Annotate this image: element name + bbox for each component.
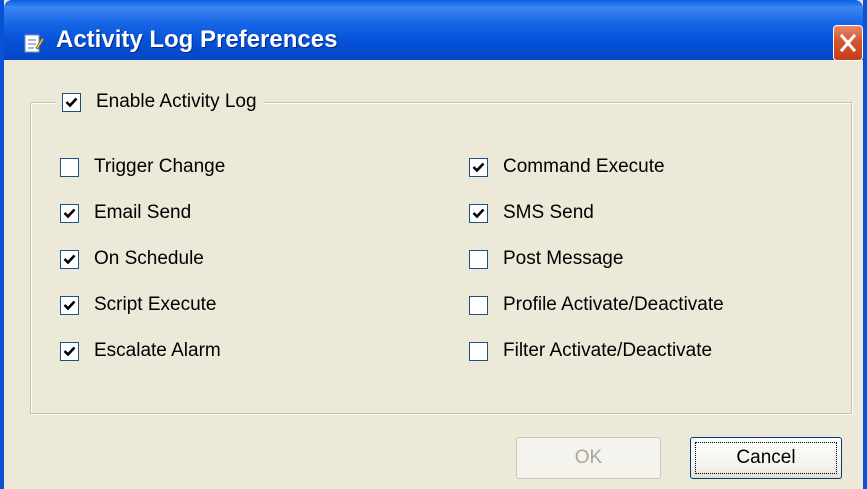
- checkbox-box[interactable]: [62, 92, 81, 112]
- ok-button-label: OK: [574, 447, 603, 468]
- option-label: SMS Send: [503, 202, 594, 223]
- option-label: Command Execute: [503, 156, 665, 177]
- enable-activity-log-label: Enable Activity Log: [96, 91, 257, 112]
- checkbox-box[interactable]: [60, 157, 79, 177]
- dialog-window: Activity Log Preferences Enable Activity…: [0, 0, 867, 489]
- option-profile-activate-deactivate[interactable]: Profile Activate/Deactivate: [469, 291, 724, 319]
- option-script-execute[interactable]: Script Execute: [60, 291, 217, 319]
- option-email-send[interactable]: Email Send: [60, 199, 191, 227]
- checkbox-box[interactable]: [469, 157, 488, 177]
- checkbox-box[interactable]: [60, 203, 79, 223]
- option-post-message[interactable]: Post Message: [469, 245, 623, 273]
- focus-ring: [695, 442, 837, 474]
- checkbox-box[interactable]: [60, 341, 79, 361]
- option-escalate-alarm[interactable]: Escalate Alarm: [60, 337, 221, 365]
- enable-activity-log-checkbox[interactable]: Enable Activity Log: [56, 88, 263, 116]
- title-bar[interactable]: Activity Log Preferences: [4, 0, 863, 61]
- option-label: Script Execute: [94, 294, 217, 315]
- option-label: Profile Activate/Deactivate: [503, 294, 724, 315]
- document-pencil-icon: [24, 32, 45, 54]
- cancel-button[interactable]: Cancel: [690, 437, 842, 479]
- option-label: Email Send: [94, 202, 192, 223]
- ok-button[interactable]: OK: [516, 437, 661, 479]
- option-label: Filter Activate/Deactivate: [503, 340, 713, 361]
- checkbox-box[interactable]: [469, 249, 488, 269]
- window-title: Activity Log Preferences: [56, 26, 338, 53]
- checkbox-box[interactable]: [60, 295, 79, 315]
- option-label: Trigger Change: [94, 156, 226, 177]
- option-label: Escalate Alarm: [94, 340, 221, 361]
- option-command-execute[interactable]: Command Execute: [469, 153, 665, 181]
- checkbox-box[interactable]: [469, 341, 488, 361]
- close-button[interactable]: [833, 25, 863, 61]
- option-filter-activate-deactivate[interactable]: Filter Activate/Deactivate: [469, 337, 712, 365]
- checkbox-box[interactable]: [469, 295, 488, 315]
- option-label: Post Message: [503, 248, 624, 269]
- option-sms-send[interactable]: SMS Send: [469, 199, 594, 227]
- option-on-schedule[interactable]: On Schedule: [60, 245, 204, 273]
- checkbox-box[interactable]: [469, 203, 488, 223]
- option-trigger-change[interactable]: Trigger Change: [60, 153, 225, 181]
- checkbox-box[interactable]: [60, 249, 79, 269]
- option-label: On Schedule: [94, 248, 204, 269]
